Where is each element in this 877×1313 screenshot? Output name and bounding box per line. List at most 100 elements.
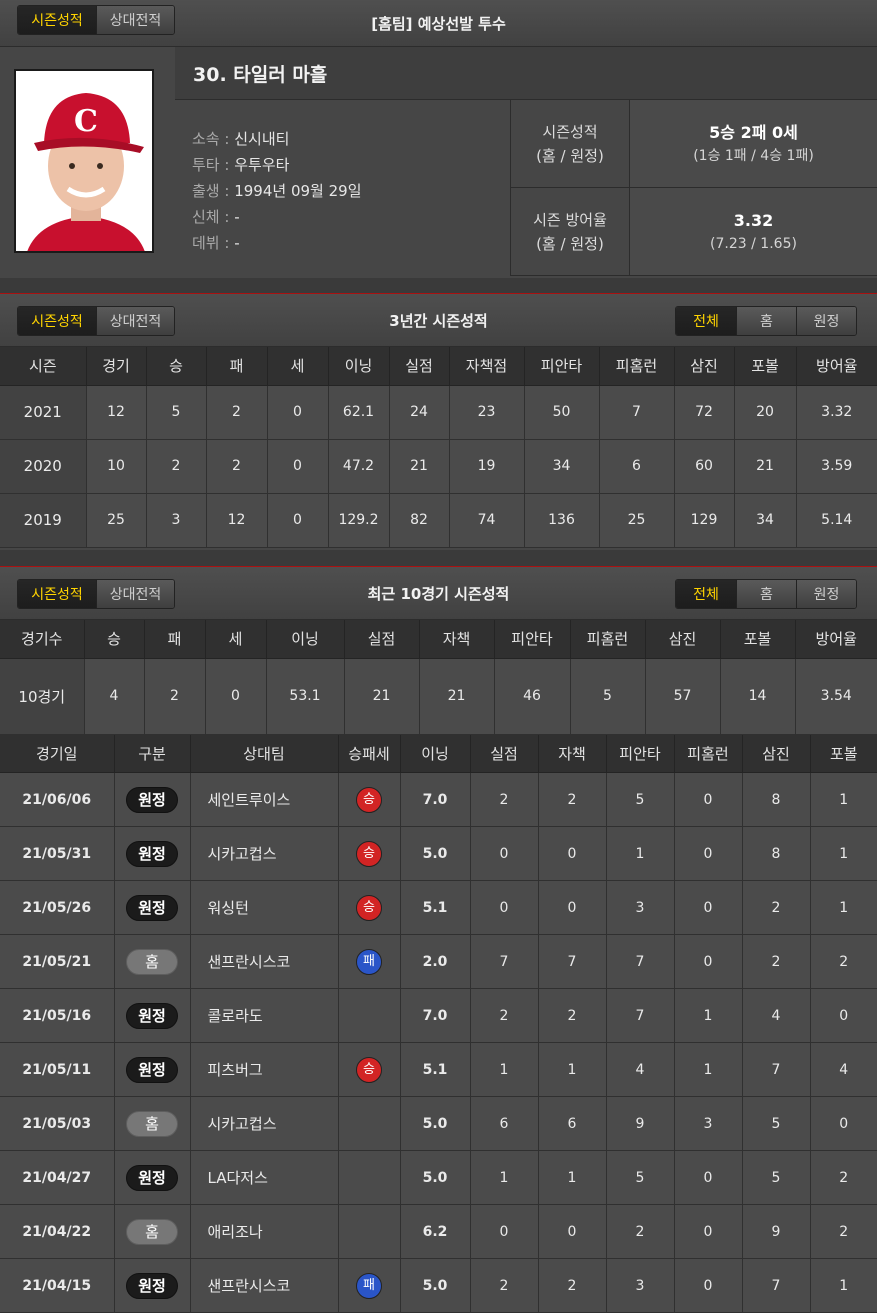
home-badge: 홈 [126,949,178,975]
three-year-filters: 전체 홈 원정 [675,306,857,336]
result-cell [338,1151,400,1205]
info-value: 1994년 09월 29일 [234,182,361,200]
game-row: 21/05/31원정시카고컵스승5.0001081 [0,827,877,881]
stat-cell: 0 [205,658,266,734]
stat-cell: 4 [742,989,810,1043]
stat-cell: 2 [206,385,267,439]
stat-cell: 12 [86,385,146,439]
stat-cell: 1 [674,989,742,1043]
result-cell: 승 [338,773,400,827]
info-label: 출생 : [192,182,229,200]
stat-cell: 1 [810,881,877,935]
opponent-cell: 워싱턴 [190,881,338,935]
game-row: 21/05/11원정피츠버그승5.1114174 [0,1043,877,1097]
column-header: 세 [205,620,266,658]
away-badge: 원정 [126,1273,178,1299]
result-cell: 패 [338,935,400,989]
tab-season-stats[interactable]: 시즌성적 [18,6,96,34]
stat-cell: 2 [810,1205,877,1259]
recent-games-header-row: 경기일구분상대팀승패세이닝실점자책피안타피홈런삼진포볼 [0,735,877,773]
innings-cell: 5.0 [400,827,470,881]
column-header: 시즌 [0,347,86,385]
info-debut: 데뷔 : - [192,230,362,256]
stat-cell: 0 [470,827,538,881]
filter-all[interactable]: 전체 [676,580,736,608]
season-year-cell: 2019 [0,493,86,547]
info-body: 신체 : - [192,204,362,230]
tab-head-to-head[interactable]: 상대전적 [96,580,174,608]
svg-text:C: C [74,104,98,139]
stat-cell: 3 [606,1259,674,1313]
column-header: 포볼 [720,620,795,658]
stat-cell: 0 [674,1259,742,1313]
stat-cell: 4 [606,1043,674,1097]
column-header: 경기수 [0,620,84,658]
result-cell: 승 [338,827,400,881]
stat-cell: 57 [645,658,720,734]
stat-cell: 2 [470,773,538,827]
info-team: 소속 : 신시내티 [192,126,362,152]
recent-summary-table: 경기수승패세이닝실점자책피안타피홈런삼진포볼방어율 10경기42053.1212… [0,620,877,735]
info-value: - [234,234,239,252]
filter-all[interactable]: 전체 [676,307,736,335]
column-header: 실점 [470,735,538,773]
away-badge: 원정 [126,787,178,813]
filter-home[interactable]: 홈 [736,307,796,335]
stat-cell: 34 [524,439,599,493]
season-record-label-main: 시즌성적 [542,120,597,144]
filter-away[interactable]: 원정 [796,307,856,335]
stat-cell: 7 [742,1259,810,1313]
tab-season-stats[interactable]: 시즌성적 [18,307,96,335]
venue-cell: 홈 [114,935,190,989]
game-row: 21/05/16원정콜로라도7.0227140 [0,989,877,1043]
venue-cell: 원정 [114,827,190,881]
result-cell: 승 [338,1043,400,1097]
stat-cell: 2 [538,773,606,827]
away-badge: 원정 [126,1165,178,1191]
game-row: 21/04/27원정LA다저스5.0115052 [0,1151,877,1205]
filter-away[interactable]: 원정 [796,580,856,608]
stat-cell: 82 [389,493,449,547]
stat-cell: 25 [86,493,146,547]
venue-cell: 홈 [114,1097,190,1151]
stat-cell: 46 [494,658,570,734]
tab-head-to-head[interactable]: 상대전적 [96,307,174,335]
filter-home[interactable]: 홈 [736,580,796,608]
stat-cell: 21 [734,439,796,493]
stat-cell: 0 [674,1151,742,1205]
stat-cell: 7 [538,935,606,989]
stat-cell: 25 [599,493,674,547]
tab-season-stats[interactable]: 시즌성적 [18,580,96,608]
stat-cell: 1 [606,827,674,881]
stat-cell: 62.1 [328,385,389,439]
game-date-cell: 21/04/15 [0,1259,114,1313]
win-badge: 승 [356,787,382,813]
stat-cell: 1 [470,1151,538,1205]
info-label: 투타 : [192,156,229,174]
result-cell [338,989,400,1043]
loss-badge: 패 [356,949,382,975]
recent-filters: 전체 홈 원정 [675,579,857,609]
game-date-cell: 21/05/21 [0,935,114,989]
innings-cell: 2.0 [400,935,470,989]
pitcher-panel-header: 시즌성적 상대전적 [홈팀] 예상선발 투수 [0,0,877,47]
stat-cell: 0 [267,493,328,547]
stat-cell: 21 [419,658,494,734]
result-cell: 패 [338,1259,400,1313]
home-badge: 홈 [126,1111,178,1137]
result-cell [338,1205,400,1259]
stat-cell: 9 [606,1097,674,1151]
pitcher-panel: 시즌성적 상대전적 [홈팀] 예상선발 투수 C 30. 타일러 마흘 소속 :… [0,0,877,278]
result-cell: 승 [338,881,400,935]
win-badge: 승 [356,841,382,867]
three-year-header: 시즌성적 상대전적 3년간 시즌성적 전체 홈 원정 [0,294,877,347]
recent-tabs: 시즌성적 상대전적 [17,579,175,609]
stat-cell: 7 [606,989,674,1043]
game-row: 21/05/21홈샌프란시스코패2.0777022 [0,935,877,989]
column-header: 삼진 [674,347,734,385]
stat-cell: 74 [449,493,524,547]
tab-head-to-head[interactable]: 상대전적 [96,6,174,34]
stat-cell: 10 [86,439,146,493]
column-header: 이닝 [400,735,470,773]
stat-cell: 2 [538,989,606,1043]
